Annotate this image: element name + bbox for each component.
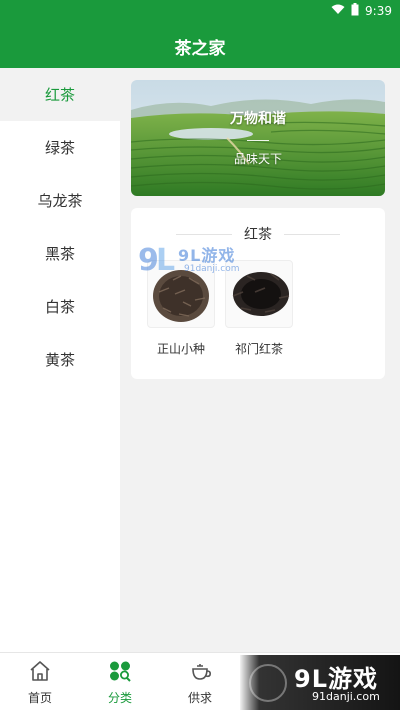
product-name: 正山小种 xyxy=(156,342,205,356)
banner-title: 万物和谐 xyxy=(230,111,286,127)
sidebar-item-label: 绿茶 xyxy=(44,139,75,157)
nav-category[interactable]: 分类 xyxy=(90,659,150,706)
status-bar: 9:39 xyxy=(0,0,400,24)
sidebar-item-label: 红茶 xyxy=(44,86,75,104)
watermark-91-icon: 9 L xyxy=(138,243,175,278)
watermark-banner: 9L游戏 91danji.com xyxy=(240,655,400,710)
teapot-icon xyxy=(187,659,213,683)
sidebar-item-yellow-tea[interactable]: 黄茶 xyxy=(0,333,120,386)
header-divider-right xyxy=(284,233,340,235)
nav-label: 分类 xyxy=(107,691,132,705)
sidebar-item-label: 黄茶 xyxy=(44,351,75,369)
sidebar-item-red-tea[interactable]: 红茶 xyxy=(0,68,120,121)
sidebar-item-green-tea[interactable]: 绿茶 xyxy=(0,121,120,174)
app-title-bar: 茶之家 xyxy=(0,24,400,68)
sidebar-item-white-tea[interactable]: 白茶 xyxy=(0,280,120,333)
wifi-icon xyxy=(331,4,345,18)
battery-icon xyxy=(351,3,359,19)
category-content: 万物和谐 品味天下 红茶 正山小种 祁门红茶 xyxy=(120,68,400,652)
sidebar-item-label: 白茶 xyxy=(44,298,75,316)
banner-subtitle: 品味天下 xyxy=(233,152,282,166)
category-card-title: 红茶 xyxy=(244,227,272,243)
sidebar-item-oolong-tea[interactable]: 乌龙茶 xyxy=(0,174,120,227)
sidebar-item-dark-tea[interactable]: 黑茶 xyxy=(0,227,120,280)
category-sidebar: 红茶 绿茶 乌龙茶 黑茶 白茶 黄茶 xyxy=(0,68,120,652)
sidebar-item-label: 黑茶 xyxy=(44,245,75,263)
status-time: 9:39 xyxy=(365,4,392,18)
watermark-brand: 9L游戏 xyxy=(294,665,378,693)
app-title: 茶之家 xyxy=(174,38,226,59)
svg-text:L: L xyxy=(156,243,175,278)
home-icon xyxy=(27,659,53,683)
tea-plantation-banner[interactable]: 万物和谐 品味天下 xyxy=(131,80,385,196)
banner-divider xyxy=(247,140,269,141)
watermark-brand: 9L游戏 xyxy=(178,246,236,265)
nav-label: 首页 xyxy=(27,691,52,705)
nav-label: 供求 xyxy=(187,691,212,705)
watermark-url: 91danji.com xyxy=(312,690,380,703)
category-icon xyxy=(107,659,133,683)
category-card: 红茶 正山小种 祁门红茶 xyxy=(131,208,385,379)
nav-home[interactable]: 首页 xyxy=(10,659,70,706)
banner-image xyxy=(131,80,385,196)
watermark-url: 91danji.com xyxy=(184,264,240,274)
watermark-logo: 9 L 9L游戏 91danji.com xyxy=(138,240,240,280)
header-divider-left xyxy=(176,233,232,235)
nav-supply-demand[interactable]: 供求 xyxy=(170,659,230,706)
watermark-circle-icon xyxy=(249,664,287,702)
sidebar-item-label: 乌龙茶 xyxy=(37,192,83,210)
product-name: 祁门红茶 xyxy=(234,342,283,356)
